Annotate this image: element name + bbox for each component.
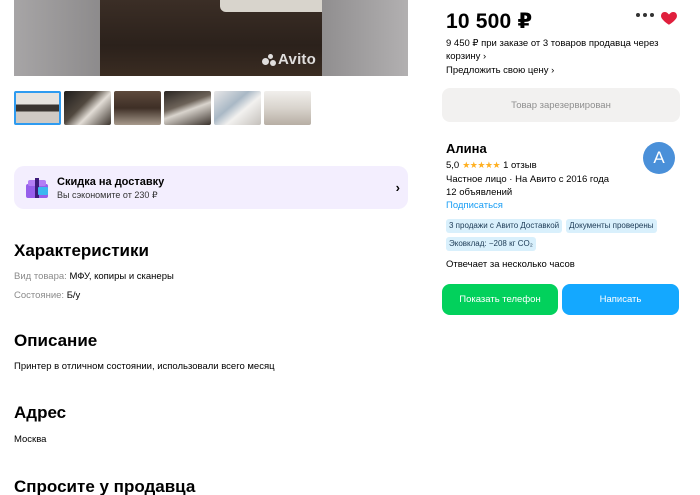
star-rating-icon: ★★★★★ [462, 160, 501, 170]
thumbnail[interactable] [114, 91, 161, 125]
thumbnail[interactable] [214, 91, 261, 125]
description-text: Принтер в отличном состоянии, использова… [14, 361, 275, 372]
seller-badges: 3 продажи с Авито Доставкой Документы пр… [446, 219, 682, 251]
characteristic-label: Вид товара: [14, 271, 67, 282]
delivery-discount-banner[interactable]: Скидка на доставку Вы сэкономите от 230 … [14, 166, 408, 209]
avatar[interactable]: A [643, 142, 675, 174]
address-heading: Адрес [14, 403, 67, 422]
characteristic-value: МФУ, копиры и сканеры [69, 271, 174, 282]
seller-name[interactable]: Алина [446, 141, 487, 156]
show-phone-button[interactable]: Показать телефон [442, 284, 558, 315]
photo-blur-left [14, 0, 100, 76]
bundle-promo-link[interactable]: 9 450 ₽ при заказе от 3 товаров продавца… [446, 37, 676, 63]
price: 10 500 ₽ [446, 10, 533, 33]
characteristic-row: Состояние: Б/у [14, 290, 80, 301]
badge-deliveries: 3 продажи с Авито Доставкой [446, 219, 563, 233]
thumbnail[interactable] [64, 91, 111, 125]
characteristic-label: Состояние: [14, 290, 65, 301]
delivery-subtitle: Вы сэкономите от 230 ₽ [57, 189, 158, 200]
thumbnail[interactable] [164, 91, 211, 125]
seller-listings-count[interactable]: 12 объявлений [446, 187, 512, 198]
characteristic-row: Вид товара: МФУ, копиры и сканеры [14, 271, 174, 282]
main-photo[interactable]: Avito [14, 0, 408, 76]
response-time: Отвечает за несколько часов [446, 259, 575, 270]
favorite-heart-icon[interactable] [660, 9, 678, 27]
description-heading: Описание [14, 331, 98, 350]
thumbnail[interactable] [14, 91, 61, 125]
offer-price-link[interactable]: Предложить свою цену › [446, 65, 554, 76]
rating-value: 5,0 [446, 160, 460, 171]
avito-watermark: Avito [262, 51, 316, 68]
watermark-text: Avito [278, 51, 316, 68]
avito-logo-icon [262, 53, 277, 66]
subscribe-link[interactable]: Подписаться [446, 200, 503, 211]
reserved-button[interactable]: Товар зарезервирован [442, 88, 680, 122]
thumbnail-strip [14, 91, 311, 125]
characteristic-value: Б/у [66, 290, 81, 301]
seller-type-since: Частное лицо · На Авито с 2016 года [446, 174, 610, 185]
characteristics-heading: Характеристики [14, 241, 149, 260]
reviews-link[interactable]: 1 отзыв [503, 160, 537, 171]
chevron-right-icon: › [395, 180, 400, 195]
write-message-button[interactable]: Написать [562, 284, 679, 315]
address-text: Москва [14, 434, 47, 445]
badge-documents: Документы проверены [566, 219, 657, 233]
more-options-icon[interactable] [636, 13, 654, 17]
delivery-title: Скидка на доставку [57, 175, 165, 188]
seller-rating: 5,0 ★★★★★ 1 отзыв [446, 160, 537, 171]
thumbnail[interactable] [264, 91, 311, 125]
badge-eco: Эковклад: −208 кг CO₂ [446, 237, 536, 251]
gift-box-icon [26, 177, 48, 198]
photo-blur-right [322, 0, 408, 76]
ask-seller-heading: Спросите у продавца [14, 477, 196, 495]
